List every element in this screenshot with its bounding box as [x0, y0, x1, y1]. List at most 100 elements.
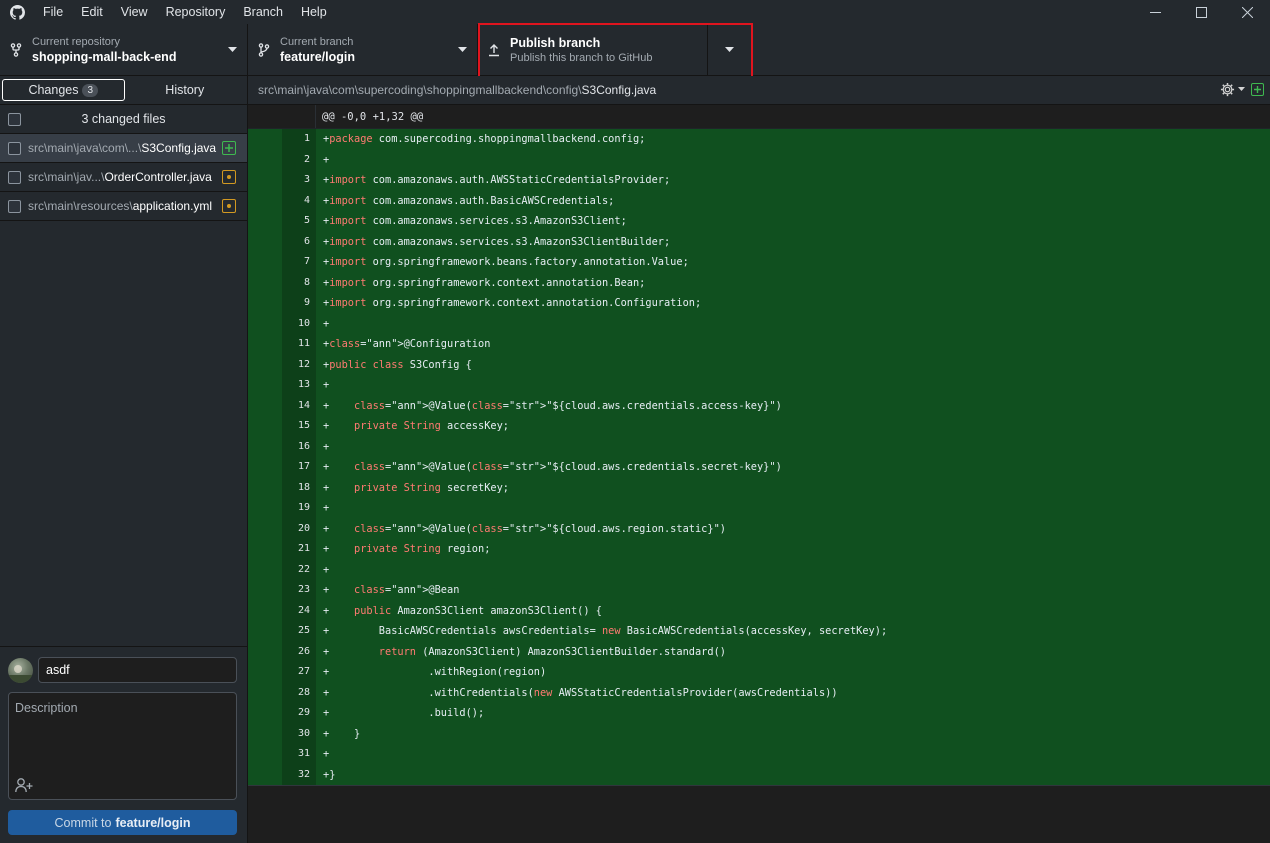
code-text: + class="ann">@Value(class="str">"${clou…: [323, 461, 782, 473]
diff-line[interactable]: 12 +public class S3Config {: [248, 354, 1270, 375]
diff-line[interactable]: 20 + class="ann">@Value(class="str">"${cl…: [248, 518, 1270, 539]
maximize-button[interactable]: [1178, 0, 1224, 24]
file-dir: src\main\resources\: [28, 199, 133, 213]
file-dir: src\main\jav...\: [28, 170, 105, 184]
file-checkbox[interactable]: [8, 170, 21, 184]
line-number: 23: [282, 580, 316, 601]
diff-line[interactable]: 7 +import org.springframework.beans.facto…: [248, 252, 1270, 273]
diff-line[interactable]: 17 + class="ann">@Value(class="str">"${cl…: [248, 457, 1270, 478]
code-text: + class="ann">@Value(class="str">"${clou…: [323, 522, 726, 535]
diff-line[interactable]: 24 + public AmazonS3Client amazonS3Client…: [248, 600, 1270, 621]
commit-button-branch: feature/login: [115, 815, 191, 830]
diff-line[interactable]: 16 +: [248, 436, 1270, 457]
diff-line[interactable]: 8 +import org.springframework.context.ann…: [248, 272, 1270, 293]
diff-line[interactable]: 1 +package com.supercoding.shoppingmallba…: [248, 129, 1270, 150]
list-item[interactable]: src\main\jav...\OrderController.java: [0, 163, 247, 192]
file-modified-icon: [222, 170, 236, 184]
menu-help[interactable]: Help: [292, 0, 336, 24]
tab-changes[interactable]: Changes 3: [2, 79, 125, 101]
title-bar: File Edit View Repository Branch Help: [0, 0, 1270, 24]
chevron-down-icon: [217, 46, 247, 53]
commit-description-field[interactable]: Description: [8, 692, 237, 800]
code-text: +: [323, 502, 330, 514]
diff-line[interactable]: 13 +: [248, 375, 1270, 396]
diff-line[interactable]: 28 + .withCredentials(new AWSStaticCreden…: [248, 682, 1270, 703]
diff-line[interactable]: 15 + private String accessKey;: [248, 416, 1270, 437]
commit-button[interactable]: Commit to feature/login: [8, 810, 237, 835]
diff-line[interactable]: 5 +import com.amazonaws.services.s3.Amazo…: [248, 211, 1270, 232]
code-text: +import com.amazonaws.services.s3.Amazon…: [323, 235, 671, 248]
current-repository-button[interactable]: Current repository shopping-mall-back-en…: [0, 24, 248, 75]
diff-line[interactable]: 32 +}: [248, 764, 1270, 785]
file-path-bar: src\main\java\com\supercoding\shoppingma…: [248, 76, 1270, 105]
publish-dropdown-button[interactable]: [708, 24, 752, 75]
add-coauthor-icon[interactable]: [15, 777, 33, 793]
menu-edit[interactable]: Edit: [72, 0, 112, 24]
diff-line[interactable]: 30 + }: [248, 723, 1270, 744]
maximize-icon: [1195, 6, 1207, 18]
line-number: 27: [282, 662, 316, 683]
line-number: 24: [282, 600, 316, 621]
list-item[interactable]: src\main\resources\application.yml: [0, 192, 247, 221]
repo-label: Current repository: [32, 35, 121, 48]
minimize-button[interactable]: [1132, 0, 1178, 24]
line-number: 30: [282, 723, 316, 744]
diff-line[interactable]: 18 + private String secretKey;: [248, 477, 1270, 498]
file-checkbox[interactable]: [8, 141, 21, 155]
publish-branch-button[interactable]: Publish branch Publish this branch to Gi…: [478, 24, 708, 75]
diff-line[interactable]: 14 + class="ann">@Value(class="str">"${cl…: [248, 395, 1270, 416]
file-dir: src\main\java\com\...\: [28, 141, 142, 155]
line-number: 15: [282, 416, 316, 437]
menu-branch[interactable]: Branch: [234, 0, 292, 24]
diff-line[interactable]: 6 +import com.amazonaws.services.s3.Amazo…: [248, 231, 1270, 252]
chevron-down-icon[interactable]: [1238, 87, 1245, 92]
diff-line[interactable]: 29 + .build();: [248, 703, 1270, 724]
code-text: +: [323, 153, 330, 166]
close-button[interactable]: [1224, 0, 1270, 24]
file-added-icon: [1251, 83, 1264, 96]
menu-file[interactable]: File: [34, 0, 72, 24]
file-checkbox[interactable]: [8, 199, 21, 213]
code-text: +import com.amazonaws.auth.AWSStaticCred…: [323, 174, 671, 186]
diff-line[interactable]: 26 + return (AmazonS3Client) AmazonS3Clie…: [248, 641, 1270, 662]
diff-line[interactable]: 21 + private String region;: [248, 539, 1270, 560]
line-number: 19: [282, 498, 316, 519]
diff-line[interactable]: 2 +: [248, 149, 1270, 170]
diff-line[interactable]: 3 +import com.amazonaws.auth.AWSStaticCre…: [248, 170, 1270, 191]
description-placeholder: Description: [15, 701, 78, 715]
code-text: +import com.amazonaws.services.s3.Amazon…: [323, 215, 627, 227]
line-number: 32: [282, 764, 316, 785]
menu-view[interactable]: View: [112, 0, 157, 24]
diff-panel: src\main\java\com\supercoding\shoppingma…: [248, 76, 1270, 843]
tab-history[interactable]: History: [125, 79, 246, 101]
list-item[interactable]: src\main\java\com\...\S3Config.java: [0, 134, 247, 163]
diff-line[interactable]: 10 +: [248, 313, 1270, 334]
diff-line[interactable]: 19 +: [248, 498, 1270, 519]
diff-line[interactable]: 25 + BasicAWSCredentials awsCredentials= …: [248, 621, 1270, 642]
line-number: 5: [282, 211, 316, 232]
file-name: S3Config.java: [141, 141, 217, 155]
diff-line[interactable]: 31 +: [248, 744, 1270, 765]
repo-icon: [0, 42, 32, 57]
line-number: 7: [282, 252, 316, 273]
close-icon: [1241, 6, 1253, 18]
diff-end-divider: [248, 785, 1270, 786]
menu-repository[interactable]: Repository: [157, 0, 235, 24]
diff-line[interactable]: 27 + .withRegion(region): [248, 662, 1270, 683]
file-name: OrderController.java: [104, 170, 212, 184]
code-text: + }: [323, 727, 361, 740]
line-number: 18: [282, 477, 316, 498]
diff-line[interactable]: 22 +: [248, 559, 1270, 580]
diff-line[interactable]: 23 + class="ann">@Bean: [248, 580, 1270, 601]
diff-line[interactable]: 9 +import org.springframework.context.ann…: [248, 293, 1270, 314]
gear-icon[interactable]: [1220, 82, 1235, 97]
current-branch-button[interactable]: Current branch feature/login: [248, 24, 478, 75]
line-number: 9: [282, 293, 316, 314]
commit-summary-input[interactable]: asdf: [38, 657, 237, 683]
code-text: +import org.springframework.context.anno…: [323, 297, 702, 309]
select-all-checkbox[interactable]: [8, 113, 21, 126]
file-added-icon: [222, 141, 236, 155]
diff-line[interactable]: 11 +class="ann">@Configuration: [248, 334, 1270, 355]
code-text: + .build();: [323, 707, 485, 719]
diff-line[interactable]: 4 +import com.amazonaws.auth.BasicAWSCred…: [248, 190, 1270, 211]
